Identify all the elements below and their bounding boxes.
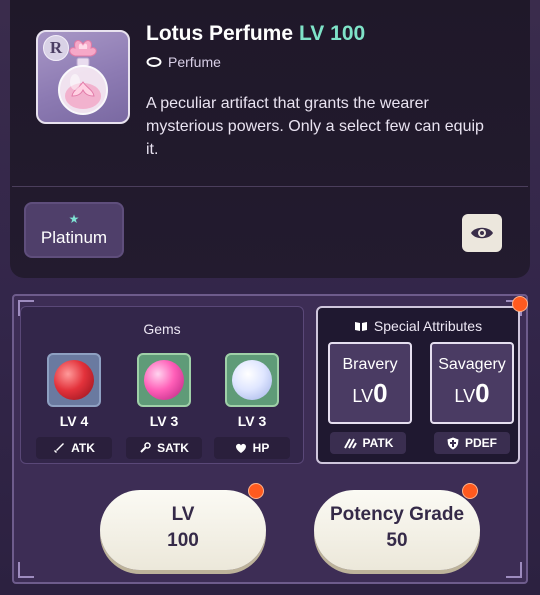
level-notification-dot [248, 483, 264, 499]
level-button-label: LV [171, 504, 195, 525]
divider [12, 186, 528, 187]
claw-icon [343, 438, 357, 449]
star-icon: ★ [68, 212, 80, 226]
shield-cross-icon [447, 437, 459, 449]
item-name: Lotus Perfume [146, 22, 294, 45]
rank-badge: R [43, 35, 69, 61]
item-level: LV 100 [299, 22, 366, 45]
level-button-value: 100 [167, 530, 199, 551]
gem-stat-label: SATK [157, 441, 189, 455]
attribute-name: Bravery [342, 356, 398, 373]
heart-icon [235, 443, 246, 453]
preview-eye-button[interactable] [462, 214, 502, 252]
attribute-level-prefix: LV [352, 386, 374, 406]
red-gem-icon [54, 360, 94, 400]
special-attributes-title: Special Attributes [373, 318, 483, 334]
rarity-badge: ★ Platinum [24, 202, 124, 258]
white-gem-icon [232, 360, 272, 400]
attribute-bravery[interactable]: Bravery LV0 [328, 342, 412, 424]
gem-slot-2[interactable]: LV 3 SATK [125, 353, 203, 459]
gem-stat-chip: ATK [36, 437, 112, 459]
corner-ornament [18, 562, 34, 578]
level-up-button[interactable]: LV 100 [100, 490, 266, 570]
potency-button-label: Potency Grade [329, 504, 465, 525]
attribute-name: Savagery [438, 356, 506, 373]
ring-icon [146, 56, 162, 68]
potency-grade-button[interactable]: Potency Grade 50 [314, 490, 480, 570]
pink-gem-icon [144, 360, 184, 400]
gem-stat-chip: SATK [126, 437, 202, 459]
item-type-label: Perfume [168, 54, 221, 70]
special-attributes-notification-dot [512, 296, 528, 312]
attribute-stat-label: PATK [362, 436, 394, 450]
special-attributes-header: Special Attributes [318, 318, 518, 334]
attribute-level: LV0 [330, 378, 410, 409]
gems-panel[interactable]: Gems LV 4 ATK LV 3 SATK LV 3 HP [20, 306, 304, 464]
book-icon [354, 322, 367, 331]
special-attributes-panel[interactable]: Special Attributes Bravery LV0 Savagery … [316, 306, 520, 464]
attribute-level: LV0 [432, 378, 512, 409]
rarity-label: Platinum [40, 228, 108, 247]
attribute-savagery[interactable]: Savagery LV0 [430, 342, 514, 424]
attribute-level-value: 0 [475, 378, 490, 408]
corner-ornament [506, 562, 522, 578]
attribute-level-value: 0 [373, 378, 388, 408]
sword-icon [54, 443, 65, 453]
item-detail-screen: R Lotus Perfume LV 100 Perfume A peculiar… [0, 0, 540, 595]
eye-icon [471, 227, 493, 239]
item-description: A peculiar artifact that grants the wear… [146, 95, 484, 158]
gem-slot-3[interactable]: LV 3 HP [213, 353, 291, 459]
gems-title: Gems [143, 321, 181, 337]
potency-button-value: 50 [386, 530, 408, 551]
attribute-stat-chip: PATK [330, 432, 406, 454]
item-title: Lotus Perfume LV 100 [146, 22, 365, 50]
gem-icon-frame [47, 353, 101, 407]
gem-level: LV 3 [149, 413, 179, 429]
gem-icon-frame [137, 353, 191, 407]
gem-level: LV 4 [59, 413, 89, 429]
gem-slot-1[interactable]: LV 4 ATK [35, 353, 113, 459]
gem-stat-label: ATK [71, 441, 95, 455]
gem-stat-chip: HP [214, 437, 290, 459]
gem-icon-frame [225, 353, 279, 407]
item-type: Perfume [146, 52, 221, 72]
potency-notification-dot [462, 483, 478, 499]
wand-icon [140, 442, 151, 453]
gem-level: LV 3 [237, 413, 267, 429]
item-thumbnail[interactable]: R [36, 30, 130, 124]
attribute-stat-chip: PDEF [434, 432, 510, 454]
attribute-level-prefix: LV [454, 386, 476, 406]
attribute-stat-label: PDEF [464, 436, 497, 450]
gem-stat-label: HP [252, 441, 270, 455]
